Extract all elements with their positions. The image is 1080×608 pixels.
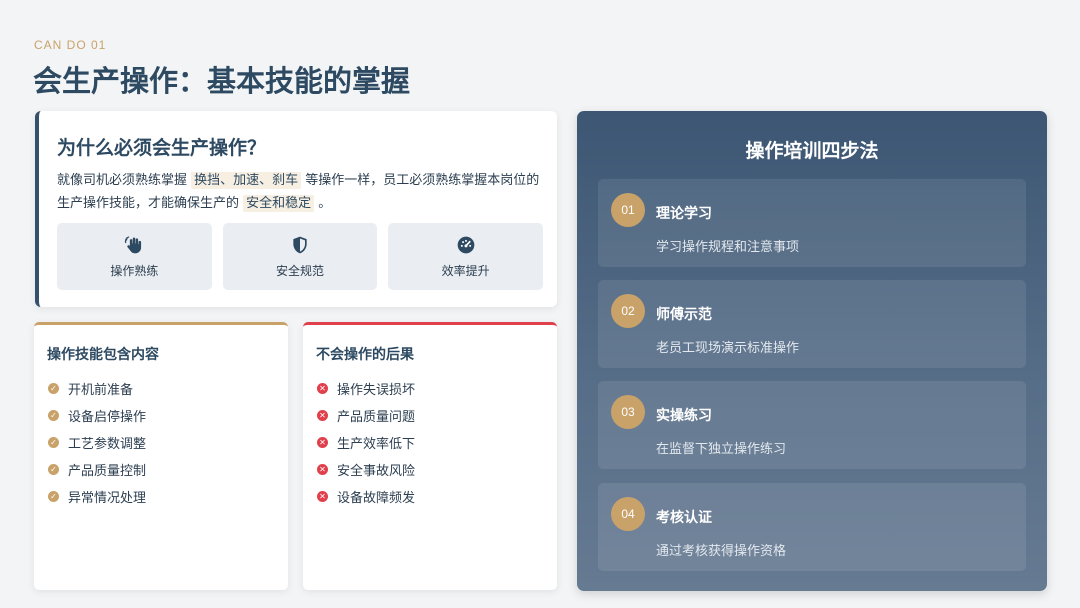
skill-box-proficiency: 操作熟练 xyxy=(57,223,212,290)
x-circle-icon: ✕ xyxy=(317,383,328,394)
x-circle-icon: ✕ xyxy=(317,464,328,475)
list-item-label: 安全事故风险 xyxy=(337,464,416,479)
step-description: 通过考核获得操作资格 xyxy=(656,544,787,559)
shield-icon xyxy=(293,236,307,253)
check-icon: ✓ xyxy=(48,410,59,421)
list-item-label: 生产效率低下 xyxy=(337,437,416,452)
list-item-label: 产品质量问题 xyxy=(337,410,416,425)
consequences-card-title: 不会操作的后果 xyxy=(316,347,414,363)
check-icon: ✓ xyxy=(48,491,59,502)
list-item-label: 开机前准备 xyxy=(68,383,134,398)
why-text-part-1: 就像司机必须熟练掌握 xyxy=(57,173,192,188)
list-item: ✓ 设备启停操作 xyxy=(48,402,146,429)
skills-list: ✓ 开机前准备 ✓ 设备启停操作 ✓ 工艺参数调整 ✓ 产品质量控制 ✓ 异常情况处理 xyxy=(48,375,146,510)
why-text-part-3: 。 xyxy=(314,196,332,211)
skill-label: 效率提升 xyxy=(441,263,490,278)
highlight-safety-stability: 安全和稳定 xyxy=(243,195,315,212)
step-name: 理论学习 xyxy=(656,206,712,222)
skill-label: 安全规范 xyxy=(276,263,325,278)
list-item: ✓ 工艺参数调整 xyxy=(48,429,146,456)
page-title: 会生产操作：基本技能的掌握 xyxy=(33,64,411,98)
step-card-4: 04 考核认证 通过考核获得操作资格 xyxy=(598,483,1026,571)
x-circle-icon: ✕ xyxy=(317,410,328,421)
highlight-gear-shift: 换挡、加速、刹车 xyxy=(191,172,302,189)
list-item: ✓ 异常情况处理 xyxy=(48,483,146,510)
x-circle-icon: ✕ xyxy=(317,491,328,502)
step-number-badge: 03 xyxy=(611,395,645,429)
list-item-label: 设备故障频发 xyxy=(337,491,416,506)
step-number-badge: 01 xyxy=(611,193,645,227)
step-description: 老员工现场演示标准操作 xyxy=(656,341,800,356)
step-description: 在监督下独立操作练习 xyxy=(656,442,787,457)
check-icon: ✓ xyxy=(48,437,59,448)
step-name: 实操练习 xyxy=(656,408,712,424)
skill-box-safety: 安全规范 xyxy=(222,223,378,290)
why-text: 就像司机必须熟练掌握 换挡、加速、刹车 等操作一样，员工必须熟练掌握本岗位的生产… xyxy=(57,169,547,215)
step-number-badge: 02 xyxy=(611,294,645,328)
list-item: ✓ 开机前准备 xyxy=(48,375,146,402)
check-icon: ✓ xyxy=(48,383,59,394)
skill-label: 操作熟练 xyxy=(110,263,159,278)
list-item-label: 异常情况处理 xyxy=(68,491,147,506)
speedometer-icon xyxy=(457,236,475,253)
list-item: ✓ 产品质量控制 xyxy=(48,456,146,483)
consequences-card: 不会操作的后果 ✕ 操作失误损坏 ✕ 产品质量问题 ✕ 生产效率低下 ✕ 安全事故风险 … xyxy=(303,322,557,590)
list-item-label: 工艺参数调整 xyxy=(68,437,147,452)
why-card: 为什么必须会生产操作？ 就像司机必须熟练掌握 换挡、加速、刹车 等操作一样，员工… xyxy=(35,111,557,307)
list-item: ✕ 产品质量问题 xyxy=(317,402,415,429)
skill-box-efficiency: 效率提升 xyxy=(388,223,544,290)
list-item-label: 设备启停操作 xyxy=(68,410,147,425)
list-item: ✕ 设备故障频发 xyxy=(317,483,415,510)
step-card-2: 02 师傅示范 老员工现场演示标准操作 xyxy=(598,280,1026,368)
list-item: ✕ 生产效率低下 xyxy=(317,429,415,456)
step-description: 学习操作规程和注意事项 xyxy=(656,240,800,255)
hand-wave-icon xyxy=(125,235,142,253)
why-title: 为什么必须会生产操作？ xyxy=(57,137,267,159)
skills-card-title: 操作技能包含内容 xyxy=(47,347,159,363)
steps-title: 操作培训四步法 xyxy=(745,140,879,162)
skill-row: 操作熟练 安全规范 效率提升 xyxy=(57,223,544,290)
list-item: ✕ 操作失误损坏 xyxy=(317,375,415,402)
list-item-label: 操作失误损坏 xyxy=(337,383,416,398)
section-kicker: CAN DO 01 xyxy=(34,38,107,52)
step-name: 考核认证 xyxy=(656,510,712,526)
list-item: ✕ 安全事故风险 xyxy=(317,456,415,483)
step-card-1: 01 理论学习 学习操作规程和注意事项 xyxy=(598,179,1026,267)
list-item-label: 产品质量控制 xyxy=(68,464,147,479)
step-card-3: 03 实操练习 在监督下独立操作练习 xyxy=(598,381,1026,469)
x-circle-icon: ✕ xyxy=(317,437,328,448)
consequences-list: ✕ 操作失误损坏 ✕ 产品质量问题 ✕ 生产效率低下 ✕ 安全事故风险 ✕ 设备故障频发 xyxy=(317,375,415,510)
step-name: 师傅示范 xyxy=(656,307,712,323)
skills-content-card: 操作技能包含内容 ✓ 开机前准备 ✓ 设备启停操作 ✓ 工艺参数调整 ✓ 产品质量控制 … xyxy=(34,322,288,590)
step-number-badge: 04 xyxy=(611,497,645,531)
training-steps-panel: 操作培训四步法 01 理论学习 学习操作规程和注意事项 02 师傅示范 老员工现… xyxy=(577,111,1047,591)
check-icon: ✓ xyxy=(48,464,59,475)
